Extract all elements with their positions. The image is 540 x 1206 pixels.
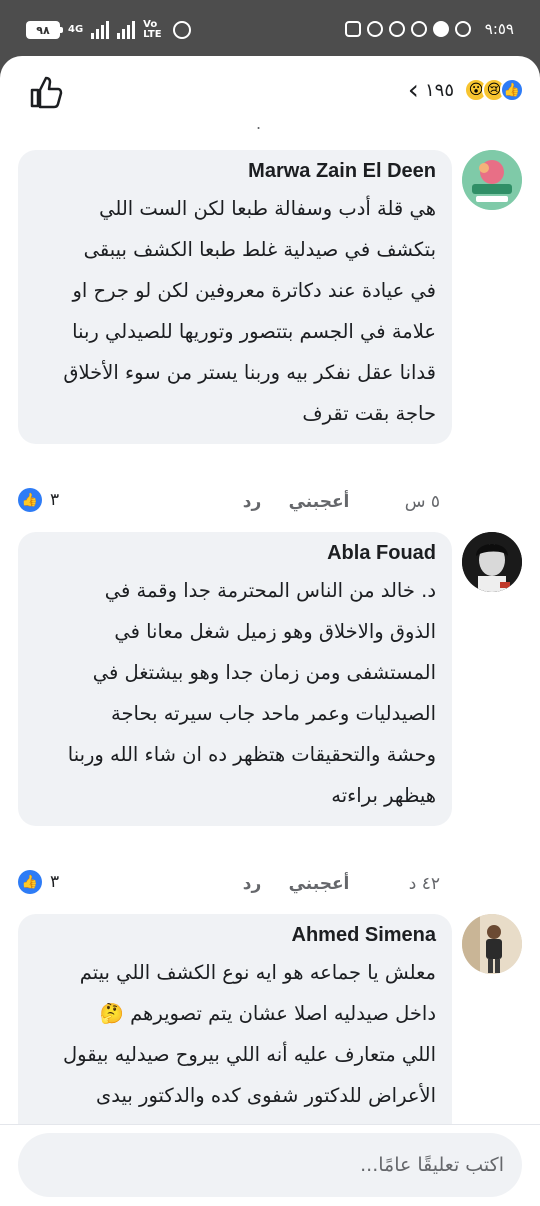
reaction-count: ١٩٥ <box>424 79 454 101</box>
like-link[interactable]: أعجبني <box>272 492 366 512</box>
status-right: ٩:٥٩ <box>344 20 514 38</box>
like-reaction-icon: 👍 <box>18 870 42 894</box>
comment-reaction-count[interactable]: 👍 ٣ <box>18 488 59 512</box>
battery-icon: ٩٨ <box>26 21 63 39</box>
whatsapp-icon-3 <box>454 21 471 37</box>
avatar[interactable] <box>462 532 522 592</box>
comments-sheet: 👍 😢 😮 ١٩٥ ‹ . Marwa Zain El Deen هي قلة … <box>0 56 540 1206</box>
comment-meta: ٥ س أعجبني رد <box>232 492 440 512</box>
comment-author[interactable]: Abla Fouad <box>34 540 436 566</box>
like-reaction-icon: 👍 <box>18 488 42 512</box>
battery-level: ٩٨ <box>36 23 50 37</box>
avatar-image <box>462 532 522 592</box>
comment-time: ٤٢ د <box>408 874 440 894</box>
comment-input[interactable]: اكتب تعليقًا عامًا... <box>18 1133 522 1197</box>
comment-bubble[interactable]: Abla Fouad د. خالد من الناس المحترمة جدا… <box>18 532 452 826</box>
comment-item: Ahmed Simena معلش يا جماعه هو ايه نوع ال… <box>0 914 540 1154</box>
alarm-icon <box>173 21 192 39</box>
comment-like-count: ٣ <box>50 490 60 510</box>
avatar[interactable] <box>462 914 522 974</box>
avatar-image <box>462 914 522 974</box>
comment-author[interactable]: Marwa Zain El Deen <box>34 158 436 184</box>
reply-link[interactable]: رد <box>232 492 272 512</box>
separator-dot: . <box>256 114 262 133</box>
like-link[interactable]: أعجبني <box>272 874 366 894</box>
volte-label: Vo LTE <box>143 19 162 40</box>
comment-text: د. خالد من الناس المحترمة جدا وقمة في ال… <box>67 579 436 807</box>
whatsapp-icon-2 <box>388 21 405 37</box>
comments-header: 👍 😢 😮 ١٩٥ ‹ . <box>0 56 540 133</box>
avatar-image <box>462 150 522 210</box>
instagram-icon <box>344 21 361 37</box>
comment-item: Abla Fouad د. خالد من الناس المحترمة جدا… <box>0 532 540 902</box>
clock: ٩:٥٩ <box>484 20 514 38</box>
status-bar: ٩٨ 4G Vo LTE ٩:٥٩ <box>0 0 540 56</box>
status-left: ٩٨ 4G Vo LTE <box>26 19 192 40</box>
comment-text: هي قلة أدب وسفالة طبعا لكن الست اللي بتك… <box>63 197 436 425</box>
avatar[interactable] <box>462 150 522 210</box>
composer-bar: اكتب تعليقًا عامًا... <box>0 1124 540 1206</box>
thumbs-up-outline-icon[interactable] <box>28 74 64 110</box>
comment-item: Marwa Zain El Deen هي قلة أدب وسفالة طبع… <box>0 150 540 520</box>
reaction-summary[interactable]: 👍 😢 😮 ١٩٥ ‹ <box>408 76 524 104</box>
comment-bubble[interactable]: Marwa Zain El Deen هي قلة أدب وسفالة طبع… <box>18 150 452 444</box>
comment-meta: ٤٢ د أعجبني رد <box>232 874 440 894</box>
facebook-icon <box>432 21 449 37</box>
comment-text: معلش يا جماعه هو ايه نوع الكشف اللي بيتم… <box>62 961 436 1107</box>
signal-icon <box>91 21 110 39</box>
messenger-icon <box>410 21 427 37</box>
comment-input-placeholder: اكتب تعليقًا عامًا... <box>360 1154 504 1176</box>
whatsapp-icon <box>366 21 383 37</box>
network-type: 4G <box>68 24 84 35</box>
back-chevron-icon[interactable]: ‹ <box>408 76 419 104</box>
signal-icon-2 <box>117 21 136 39</box>
like-reaction-icon: 👍 <box>500 78 524 102</box>
reply-link[interactable]: رد <box>232 874 272 894</box>
comment-time: ٥ س <box>404 492 440 512</box>
comment-author[interactable]: Ahmed Simena <box>34 922 436 948</box>
comment-reaction-count[interactable]: 👍 ٣ <box>18 870 59 894</box>
comment-like-count: ٣ <box>50 872 60 892</box>
comment-bubble[interactable]: Ahmed Simena معلش يا جماعه هو ايه نوع ال… <box>18 914 452 1154</box>
